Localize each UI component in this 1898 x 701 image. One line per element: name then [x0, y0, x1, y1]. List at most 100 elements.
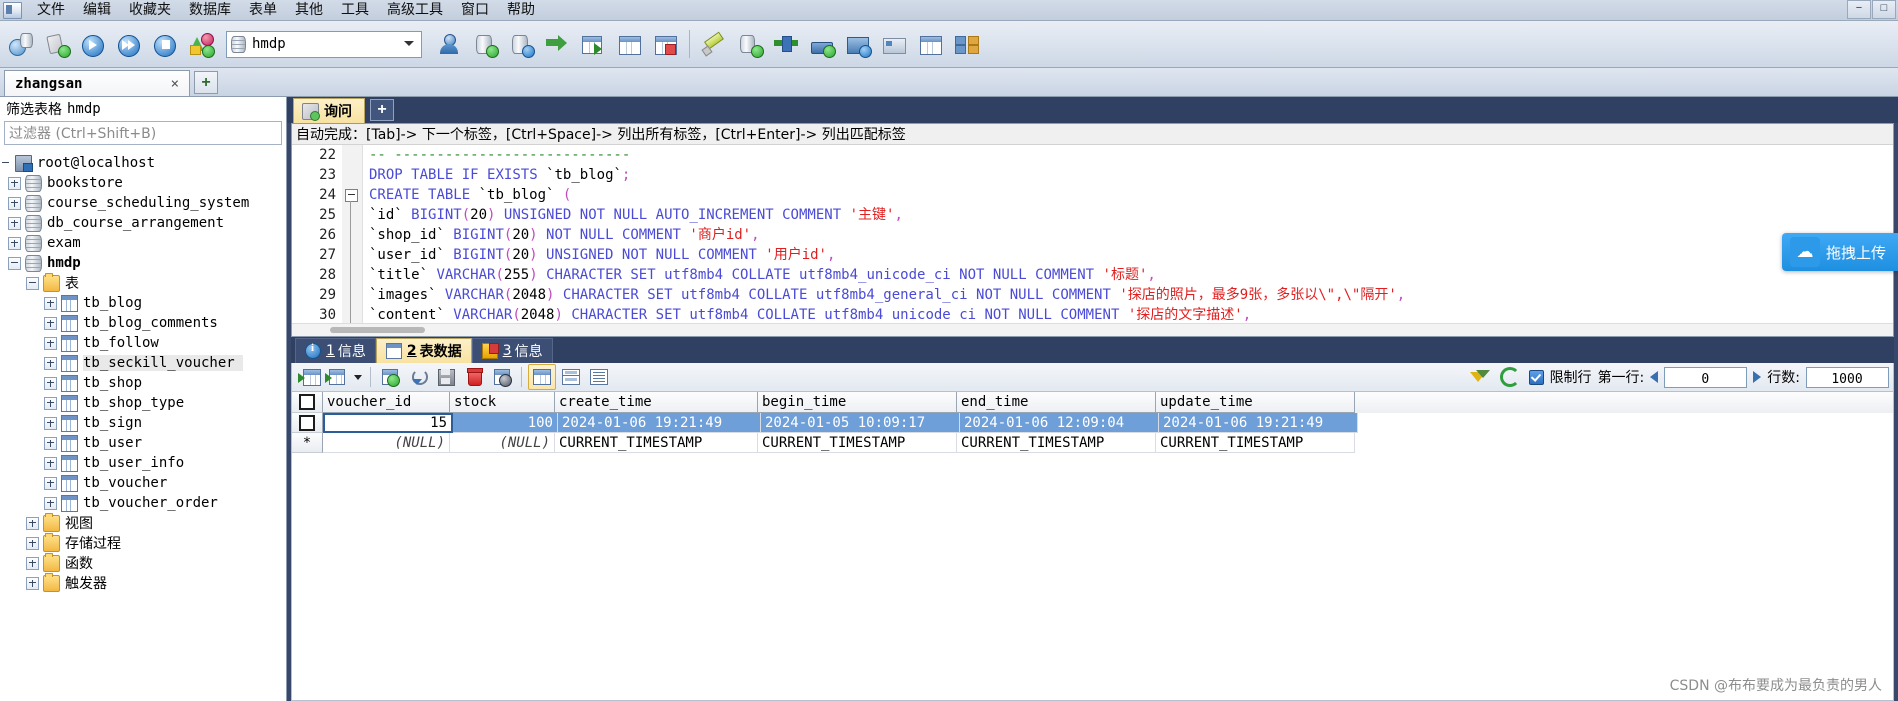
menu-tools[interactable]: 工具	[332, 0, 378, 20]
expand-icon[interactable]	[44, 476, 57, 490]
code-fold-column[interactable]	[342, 145, 363, 323]
menu-advanced-tools[interactable]: 高级工具	[378, 0, 452, 20]
editor-horizontal-scrollbar[interactable]	[292, 323, 1893, 336]
tree-node-tb-shop-type[interactable]: tb_shop_type	[0, 393, 286, 413]
menu-help[interactable]: 帮助	[498, 0, 544, 20]
cell-create-time[interactable]: CURRENT_TIMESTAMP	[555, 433, 758, 453]
run-query-icon[interactable]	[76, 25, 110, 63]
expand-icon[interactable]	[8, 236, 21, 250]
first-row-input[interactable]: 0	[1664, 366, 1748, 388]
expand-icon[interactable]	[8, 196, 21, 210]
new-query-tab-button[interactable]: +	[370, 99, 394, 121]
chevron-down-icon[interactable]	[352, 365, 364, 389]
tab-result-info-3[interactable]: 3 信息	[471, 338, 553, 363]
menu-window[interactable]: 窗口	[452, 0, 498, 20]
maximize-button[interactable]: □	[1872, 0, 1896, 19]
grid-view-icon[interactable]	[913, 25, 947, 63]
save-button[interactable]	[433, 365, 459, 389]
cell-voucher-id[interactable]: (NULL)	[323, 433, 450, 453]
limit-rows-checkbox[interactable]	[1528, 369, 1544, 385]
checkbox-icon[interactable]	[299, 414, 315, 431]
tree-node-triggers-folder[interactable]: 触发器	[0, 572, 286, 593]
cell-update-time[interactable]: CURRENT_TIMESTAMP	[1156, 433, 1355, 453]
column-header-update-time[interactable]: update_time	[1156, 392, 1355, 413]
tree-node-tb-seckill-voucher[interactable]: tb_seckill_voucher	[0, 353, 286, 373]
restore-db-icon[interactable]	[504, 25, 538, 63]
expand-icon[interactable]	[44, 436, 57, 450]
cell-voucher-id[interactable]: 15	[323, 413, 453, 433]
tree-node-functions-folder[interactable]: 函数	[0, 552, 286, 573]
data-synchronization-icon[interactable]	[769, 25, 803, 63]
expand-icon[interactable]	[44, 316, 57, 330]
add-record-button[interactable]	[377, 365, 403, 389]
query-builder-icon[interactable]	[697, 25, 731, 63]
previous-page-icon[interactable]	[1650, 371, 1659, 383]
apply-changes-button[interactable]	[405, 365, 431, 389]
new-row-marker-cell[interactable]: *	[292, 433, 323, 453]
checkbox-icon[interactable]	[299, 394, 315, 410]
tree-node-tb-shop[interactable]: tb_shop	[0, 373, 286, 393]
expand-icon[interactable]	[8, 216, 21, 230]
scrollbar-thumb[interactable]	[330, 327, 425, 333]
report-icon[interactable]	[648, 25, 682, 63]
run-all-icon[interactable]	[112, 25, 146, 63]
tree-node-tb-user[interactable]: tb_user	[0, 433, 286, 453]
import-icon[interactable]	[540, 25, 574, 63]
delete-record-button[interactable]	[461, 365, 487, 389]
expand-icon[interactable]	[26, 536, 39, 550]
grid-view-button[interactable]	[296, 365, 322, 389]
tab-query[interactable]: 询问	[293, 98, 365, 123]
table-designer-icon[interactable]	[612, 25, 646, 63]
tree-node-tb-sign[interactable]: tb_sign	[0, 413, 286, 433]
refresh-icon[interactable]	[1497, 365, 1523, 389]
filter-funnel-icon[interactable]	[1465, 365, 1491, 389]
menu-database[interactable]: 数据库	[180, 0, 240, 20]
backup-icon[interactable]	[184, 25, 218, 63]
menu-edit[interactable]: 编辑	[74, 0, 120, 20]
filter-input[interactable]: 过滤器 (Ctrl+Shift+B)	[4, 121, 282, 145]
expand-icon[interactable]	[44, 336, 57, 350]
select-all-checkbox-cell[interactable]	[292, 392, 323, 413]
compare-icon[interactable]	[949, 25, 983, 63]
new-connection-tab-button[interactable]: +	[194, 71, 218, 94]
expand-icon[interactable]	[44, 456, 57, 470]
tree-node-tb-blog[interactable]: tb_blog	[0, 293, 286, 313]
expand-icon[interactable]	[26, 576, 39, 590]
column-header-create-time[interactable]: create_time	[555, 392, 758, 413]
model-icon[interactable]	[877, 25, 911, 63]
cell-create-time[interactable]: 2024-01-06 19:21:49	[558, 413, 761, 433]
grid-mode-button[interactable]	[528, 364, 556, 390]
connection-tab-zhangsan[interactable]: zhangsan ×	[4, 70, 190, 96]
backup-db-icon[interactable]	[468, 25, 502, 63]
menu-form[interactable]: 表单	[240, 0, 286, 20]
expand-icon[interactable]	[44, 396, 57, 410]
expand-icon[interactable]	[26, 556, 39, 570]
column-header-voucher-id[interactable]: voucher_id	[323, 392, 450, 413]
column-header-begin-time[interactable]: begin_time	[758, 392, 957, 413]
expand-icon[interactable]	[8, 176, 21, 190]
cell-stock[interactable]: (NULL)	[450, 433, 555, 453]
drag-upload-widget[interactable]: ☁ 拖拽上传	[1781, 233, 1898, 271]
tree-node-views-folder[interactable]: 视图	[0, 512, 286, 533]
column-header-end-time[interactable]: end_time	[957, 392, 1156, 413]
cell-update-time[interactable]: 2024-01-06 19:21:49	[1159, 413, 1358, 433]
expand-icon[interactable]	[44, 416, 57, 430]
grid-filter-dropdown-button[interactable]	[324, 365, 350, 389]
column-header-stock[interactable]: stock	[450, 392, 555, 413]
expand-icon[interactable]	[26, 516, 39, 530]
next-page-icon[interactable]	[1753, 371, 1762, 383]
cancel-changes-button[interactable]	[489, 365, 515, 389]
tree-node-tables-folder[interactable]: 表	[0, 272, 286, 293]
backup-schedule-icon[interactable]	[841, 25, 875, 63]
cell-end-time[interactable]: 2024-01-06 12:09:04	[960, 413, 1159, 433]
minimize-button[interactable]: −	[1847, 0, 1871, 19]
expand-icon[interactable]	[44, 496, 57, 510]
tree-node-hmdp[interactable]: hmdp	[0, 253, 286, 273]
tree-node-tb-blog-comments[interactable]: tb_blog_comments	[0, 313, 286, 333]
row-selector-cell[interactable]	[292, 413, 323, 433]
close-icon[interactable]: ×	[165, 76, 185, 92]
cell-stock[interactable]: 100	[453, 413, 558, 433]
table-row-new[interactable]: * (NULL) (NULL) CURRENT_TIMESTAMP CURREN…	[292, 433, 1893, 453]
tree-node-tb-voucher-order[interactable]: tb_voucher_order	[0, 493, 286, 513]
tree-node-db-course-arrangement[interactable]: db_course_arrangement	[0, 213, 286, 233]
